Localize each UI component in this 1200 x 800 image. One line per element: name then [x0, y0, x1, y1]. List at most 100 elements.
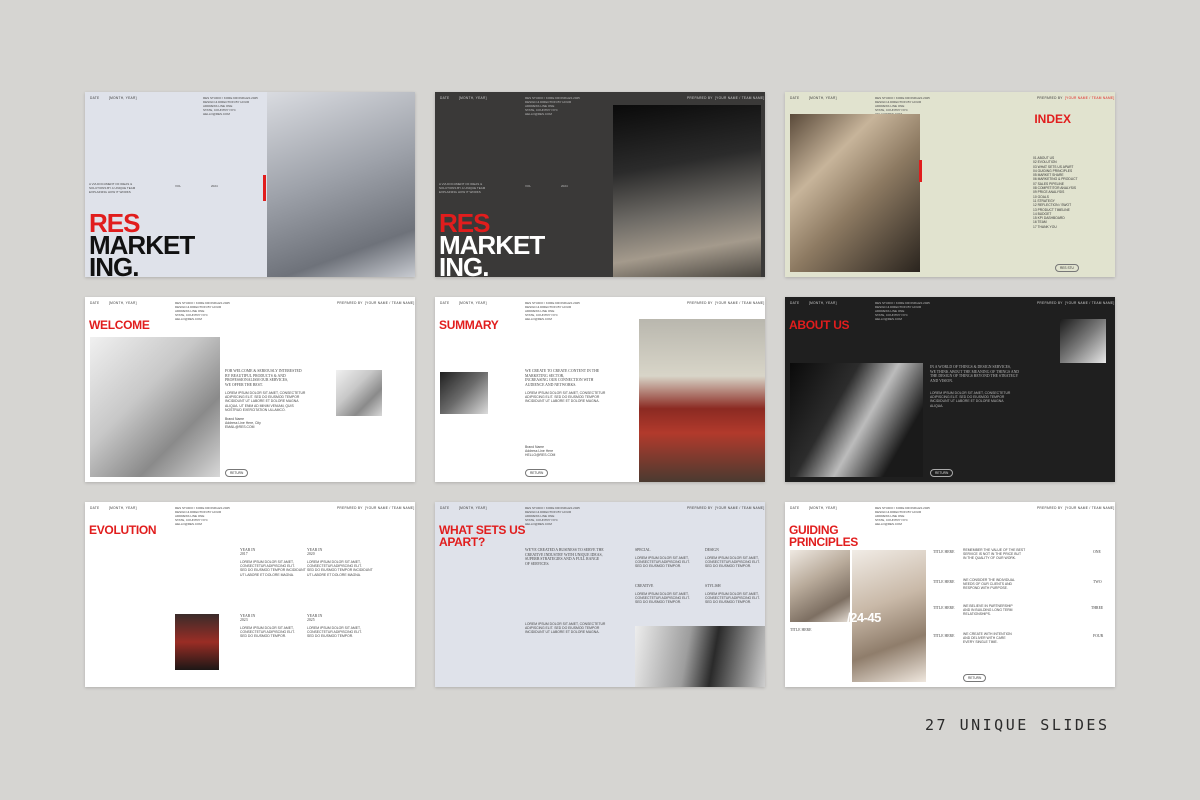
header-contact: RES STUDIO / KORE KRONIKLES 2025 DESIGN … — [525, 96, 580, 116]
header-names: [YOUR NAME / TEAM NAME] — [1065, 506, 1115, 510]
header-prepared: PREPARED BY — [337, 301, 363, 305]
header-names: [YOUR NAME / TEAM NAME] — [365, 301, 415, 305]
apart-photo — [635, 626, 765, 687]
header-date: DATE — [90, 96, 100, 100]
evolution-year-label: YEAR IN 2017 — [240, 548, 256, 557]
header-date: DATE — [790, 506, 800, 510]
slide-what-sets-us-apart[interactable]: DATE [MONTH, YEAR] RES STUDIO / KORE KRO… — [435, 502, 765, 687]
header-date: DATE — [790, 96, 800, 100]
welcome-body: LOREM IPSUM DOLOR SIT AMET, CONSECTETUR … — [225, 391, 306, 412]
index-item[interactable]: 17 THANK YOU — [1033, 225, 1078, 229]
header-date: DATE — [440, 301, 450, 305]
principle-number: THREE — [1091, 606, 1104, 610]
evolution-year-text: LOREM IPSUM DOLOR SIT AMET, CONSECTETUR … — [240, 626, 295, 639]
apart-body: LOREM IPSUM DOLOR SIT AMET, CONSECTETUR … — [525, 622, 606, 635]
slide-guiding-principles[interactable]: DATE [MONTH, YEAR] RES STUDIO / KORE KRO… — [785, 502, 1115, 687]
slide-cover-dark[interactable]: DATE [MONTH, YEAR] RES STUDIO / KORE KRO… — [435, 92, 765, 277]
header-date: DATE — [440, 96, 450, 100]
index-return-button[interactable]: RES STU — [1055, 264, 1079, 272]
evolution-year-label: YEAR IN 2020 — [307, 548, 323, 557]
header-names: [YOUR NAME / TEAM NAME] — [715, 301, 765, 305]
header-contact: RES STUDIO / KORE KRONIKLES 2025 DESIGN … — [525, 506, 580, 526]
slide-index[interactable]: DATE [MONTH, YEAR] RES STUDIO / KORE KRO… — [785, 92, 1115, 277]
slide-summary[interactable]: DATE [MONTH, YEAR] RES STUDIO / KORE KRO… — [435, 297, 765, 482]
header-contact: RES STUDIO / KORE KRONIKLES 2025 DESIGN … — [525, 301, 580, 321]
about-title: ABOUT US — [789, 318, 850, 332]
slide-cover-light[interactable]: DATE [MONTH, YEAR] RES STUDIO / KORE KRO… — [85, 92, 415, 277]
evolution-title: EVOLUTION — [89, 523, 157, 537]
cover-photo — [267, 92, 415, 277]
apart-lead: WE'VE CREATED A BUSINESS TO SERVE THE CR… — [525, 548, 604, 566]
header-month: [MONTH, YEAR] — [109, 96, 137, 100]
header-prepared: PREPARED BY — [687, 301, 713, 305]
summary-return-button[interactable]: RETURN — [525, 469, 549, 477]
header-month: [MONTH, YEAR] — [109, 301, 137, 305]
slides-count-caption: 27 UNIQUE SLIDES — [925, 716, 1110, 734]
apart-col-heading: CREATIVE — [635, 584, 654, 588]
red-accent-bar — [919, 160, 922, 182]
header-date: DATE — [90, 301, 100, 305]
about-small-photo — [1060, 319, 1106, 363]
header-prepared: PREPARED BY — [337, 506, 363, 510]
cover-vol: VOL — [525, 184, 532, 188]
welcome-signature: Brand Name Address Line Here, City EMAIL… — [225, 417, 261, 430]
header-names: [YOUR NAME / TEAM NAME] — [1065, 96, 1115, 100]
welcome-return-button[interactable]: RETURN — [225, 469, 249, 477]
evolution-photo — [175, 614, 219, 670]
apart-col-text: LOREM IPSUM DOLOR SIT AMET, CONSECTETUR … — [635, 592, 690, 605]
header-prepared: PREPARED BY — [687, 506, 713, 510]
index-title: INDEX — [1034, 112, 1071, 126]
header-contact: RES STUDIO / KORE KRONIKLES 2025 DESIGN … — [175, 301, 230, 321]
index-list: 01 ABOUT US 02 EVOLUTION 03 WHAT SETS US… — [1033, 156, 1078, 229]
header-date: DATE — [440, 506, 450, 510]
principle-label: TITLE HERE — [933, 606, 955, 610]
principle-text: WE BELIEVE IN PARTNERSHIP AND IN BUILDIN… — [963, 604, 1013, 617]
header-month: [MONTH, YEAR] — [459, 301, 487, 305]
evolution-year-label: YEAR IN 2023 — [240, 614, 256, 623]
header-month: [MONTH, YEAR] — [809, 506, 837, 510]
summary-lead: WE CREATE TO CREATE CONTENT IN THE MARKE… — [525, 369, 600, 387]
header-names: [YOUR NAME / TEAM NAME] — [715, 506, 765, 510]
index-photo — [790, 114, 920, 272]
principle-label: TITLE HERE — [933, 550, 955, 554]
header-prepared: PREPARED BY — [687, 96, 713, 100]
header-contact: RES STUDIO / KORE KRONIKLES 2025 DESIGN … — [875, 301, 930, 321]
principle-number: ONE — [1093, 550, 1101, 554]
red-accent-bar — [263, 175, 266, 201]
about-lead: IN A WORLD OF THINGS & DESIGN SERVICES, … — [930, 365, 1020, 383]
header-date: DATE — [90, 506, 100, 510]
slide-evolution[interactable]: DATE [MONTH, YEAR] RES STUDIO / KORE KRO… — [85, 502, 415, 687]
header-month: [MONTH, YEAR] — [109, 506, 137, 510]
summary-title: SUMMARY — [439, 318, 499, 332]
header-month: [MONTH, YEAR] — [809, 301, 837, 305]
slide-welcome[interactable]: DATE [MONTH, YEAR] RES STUDIO / KORE KRO… — [85, 297, 415, 482]
about-body: LOREM IPSUM DOLOR SIT AMET, CONSECTETUR … — [930, 391, 1011, 408]
welcome-title: WELCOME — [89, 318, 150, 332]
principle-number: TWO — [1093, 580, 1102, 584]
cover-vol: VOL — [175, 184, 182, 188]
about-return-button[interactable]: RETURN — [930, 469, 954, 477]
header-contact: RES STUDIO / KORE KRONIKLES 2025 DESIGN … — [875, 96, 930, 116]
header-names: [YOUR NAME / TEAM NAME] — [1065, 301, 1115, 305]
slide-about-us[interactable]: DATE [MONTH, YEAR] RES STUDIO / KORE KRO… — [785, 297, 1115, 482]
index-item[interactable]: 12 REFLECTION / SWOT — [1033, 203, 1078, 207]
principles-return-button[interactable]: RETURN — [963, 674, 987, 682]
cover-meta: A VIA DOCUMENT OF IDEAS & SOLUTIONS BY A… — [89, 182, 136, 194]
evolution-year-text: LOREM IPSUM DOLOR SIT AMET, CONSECTETUR … — [307, 626, 362, 639]
principle-text: REMEMBER THE VALUE OF THE BEST SERVICE I… — [963, 548, 1026, 561]
apart-col-text: LOREM IPSUM DOLOR SIT AMET, CONSECTETUR … — [635, 556, 690, 569]
summary-car-photo — [639, 319, 765, 482]
apart-col-text: LOREM IPSUM DOLOR SIT AMET, CONSECTETUR … — [705, 592, 760, 605]
welcome-lead: FOR WELCOME & SERIOUSLY INTERESTED BY BE… — [225, 369, 302, 387]
header-date: DATE — [790, 301, 800, 305]
apart-col-text: LOREM IPSUM DOLOR SIT AMET, CONSECTETUR … — [705, 556, 760, 569]
header-month: [MONTH, YEAR] — [809, 96, 837, 100]
header-month: [MONTH, YEAR] — [459, 506, 487, 510]
header-contact: RES STUDIO / KORE KRONIKLES 2025 DESIGN … — [203, 96, 258, 116]
header-contact: RES STUDIO / KORE KRONIKLES 2025 DESIGN … — [875, 506, 930, 526]
summary-small-photo — [440, 372, 488, 414]
summary-body: LOREM IPSUM DOLOR SIT AMET, CONSECTETUR … — [525, 391, 606, 404]
summary-signature: Brand Name Address Line Here HELLO@RES.C… — [525, 445, 556, 458]
evolution-year-label: YEAR IN 2025 — [307, 614, 323, 623]
header-prepared: PREPARED BY — [1037, 301, 1063, 305]
